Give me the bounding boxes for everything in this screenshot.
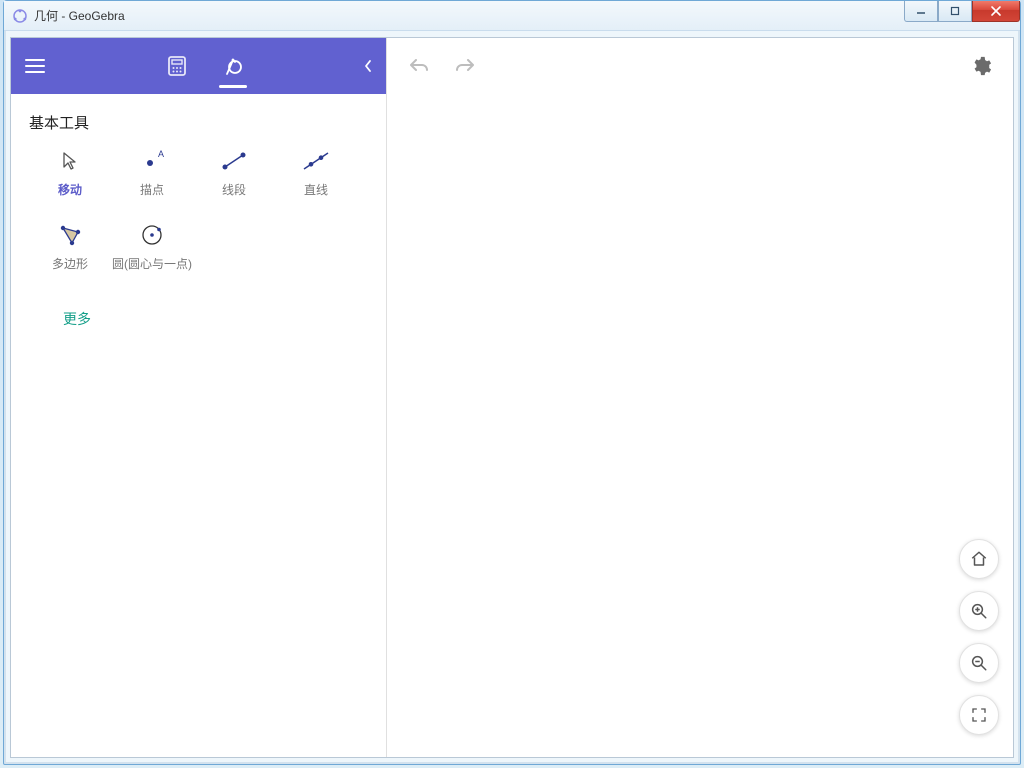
undo-icon bbox=[407, 56, 431, 76]
segment-icon bbox=[216, 147, 252, 175]
fullscreen-icon bbox=[971, 707, 987, 723]
tab-tools[interactable] bbox=[217, 46, 249, 86]
tool-label: 圆(圆心与一点) bbox=[112, 255, 192, 272]
home-view-button[interactable] bbox=[959, 539, 999, 579]
svg-text:A: A bbox=[158, 149, 164, 159]
redo-icon bbox=[453, 56, 477, 76]
canvas-toolbar bbox=[387, 38, 1013, 94]
cursor-icon bbox=[52, 147, 88, 175]
sidebar-header bbox=[11, 38, 386, 94]
window-frame: 几何 - GeoGebra bbox=[3, 0, 1021, 765]
compass-icon bbox=[221, 54, 245, 78]
settings-button[interactable] bbox=[963, 48, 999, 84]
tab-algebra[interactable] bbox=[161, 46, 193, 86]
zoom-out-icon bbox=[970, 654, 988, 672]
titlebar[interactable]: 几何 - GeoGebra bbox=[4, 1, 1020, 31]
tool-label: 多边形 bbox=[52, 255, 88, 272]
app-icon bbox=[12, 8, 28, 24]
undo-button[interactable] bbox=[401, 48, 437, 84]
tool-label: 移动 bbox=[58, 181, 82, 198]
tool-label: 描点 bbox=[140, 181, 164, 198]
calculator-icon bbox=[166, 55, 188, 77]
more-tools-link[interactable]: 更多 bbox=[63, 309, 91, 329]
zoom-in-icon bbox=[970, 602, 988, 620]
minimize-button[interactable] bbox=[904, 1, 938, 22]
client-area: 基本工具 移动 A bbox=[10, 37, 1014, 758]
maximize-button[interactable] bbox=[938, 1, 972, 22]
close-button[interactable] bbox=[972, 1, 1020, 22]
home-icon bbox=[970, 550, 988, 568]
gear-icon bbox=[970, 55, 992, 77]
tool-move[interactable]: 移动 bbox=[29, 141, 111, 215]
tool-segment[interactable]: 线段 bbox=[193, 141, 275, 215]
canvas-floating-controls bbox=[959, 539, 999, 735]
collapse-sidebar-button[interactable] bbox=[350, 38, 386, 94]
redo-button[interactable] bbox=[447, 48, 483, 84]
chevron-left-icon bbox=[363, 59, 373, 73]
sidebar-tabs bbox=[59, 46, 350, 86]
tool-label: 直线 bbox=[304, 181, 328, 198]
point-icon: A bbox=[134, 147, 170, 175]
tools-panel: 基本工具 移动 A bbox=[11, 94, 386, 757]
line-icon bbox=[298, 147, 334, 175]
section-title: 基本工具 bbox=[29, 112, 378, 133]
window-controls bbox=[904, 1, 1020, 22]
tool-polygon[interactable]: 多边形 bbox=[29, 215, 111, 289]
polygon-icon bbox=[52, 221, 88, 249]
tool-line[interactable]: 直线 bbox=[275, 141, 357, 215]
tool-point[interactable]: A 描点 bbox=[111, 141, 193, 215]
tool-circle[interactable]: 圆(圆心与一点) bbox=[111, 215, 193, 289]
tool-label: 线段 bbox=[222, 181, 246, 198]
fullscreen-button[interactable] bbox=[959, 695, 999, 735]
canvas-area[interactable] bbox=[387, 38, 1013, 757]
hamburger-menu-button[interactable] bbox=[11, 38, 59, 94]
circle-icon bbox=[134, 221, 170, 249]
window-title: 几何 - GeoGebra bbox=[34, 7, 125, 24]
tool-grid: 移动 A 描点 bbox=[29, 141, 378, 289]
sidebar: 基本工具 移动 A bbox=[11, 38, 387, 757]
zoom-in-button[interactable] bbox=[959, 591, 999, 631]
zoom-out-button[interactable] bbox=[959, 643, 999, 683]
